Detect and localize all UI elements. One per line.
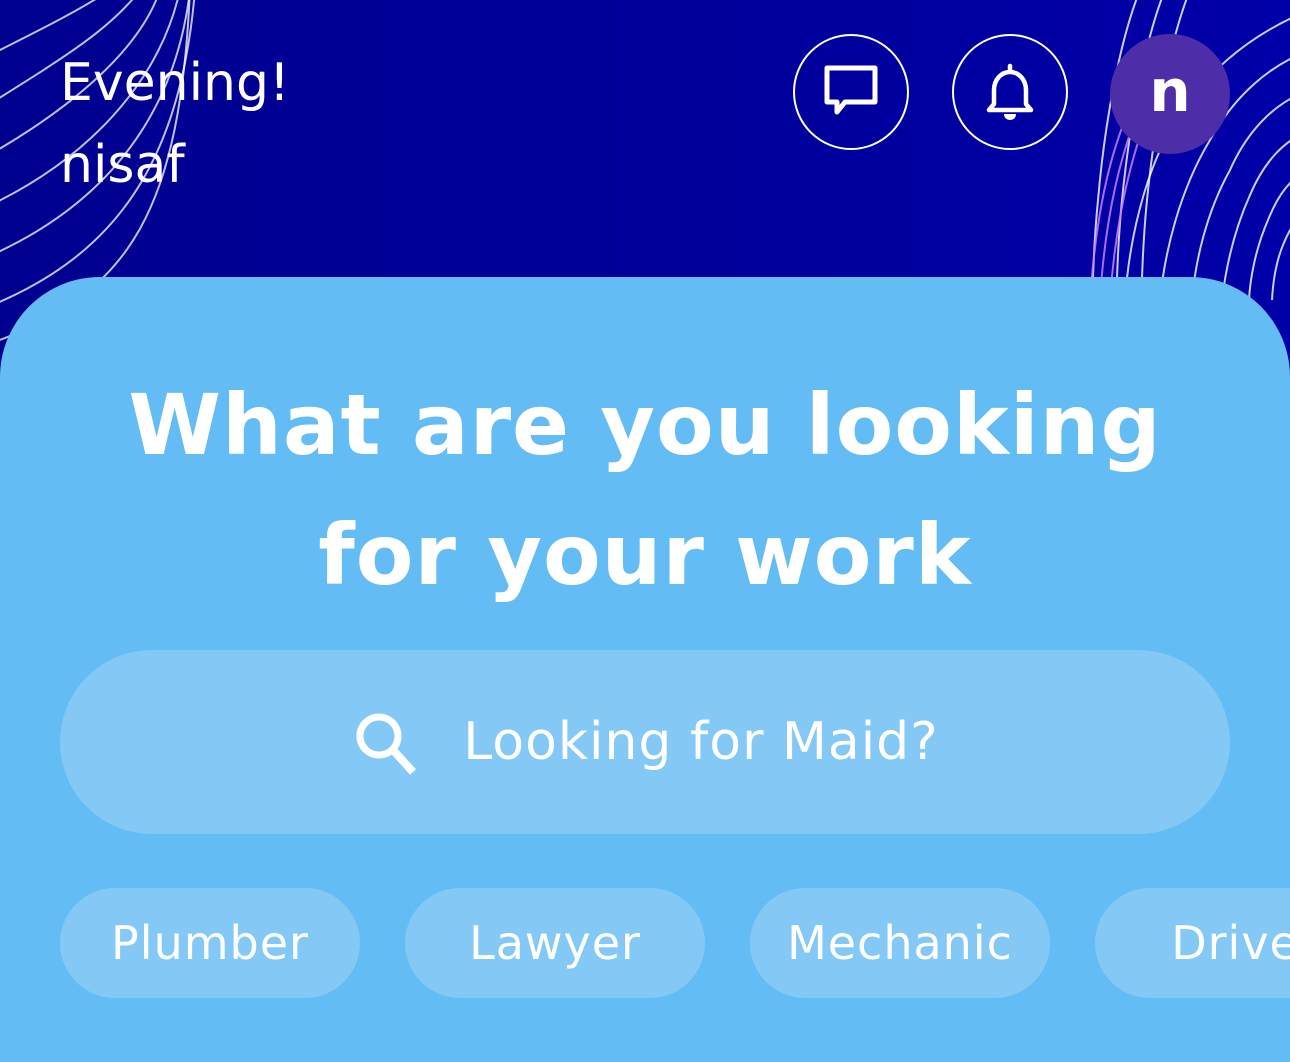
headline-line-1: What are you looking [128, 376, 1162, 474]
notifications-button[interactable] [952, 34, 1068, 150]
headline-line-2: for your work [318, 506, 972, 604]
greeting-block: Evening! nisaf [60, 42, 290, 206]
chip-mechanic[interactable]: Mechanic [750, 888, 1050, 998]
chip-plumber[interactable]: Plumber [60, 888, 360, 998]
username-text: nisaf [60, 135, 185, 195]
chip-label: Driver [1171, 916, 1290, 970]
chip-driver[interactable]: Driver [1095, 888, 1290, 998]
search-bar[interactable]: Looking for Maid? [60, 650, 1230, 834]
category-chips: Plumber Lawyer Mechanic Driver [60, 888, 1290, 998]
avatar-initial: n [1149, 57, 1191, 125]
chip-label: Plumber [111, 916, 309, 970]
chat-bubble-icon [824, 65, 878, 115]
greeting-text: Evening! [60, 53, 290, 113]
home-screen: Evening! nisaf n What are you looking fo… [0, 0, 1290, 1062]
chip-label: Mechanic [787, 916, 1013, 970]
bell-icon [986, 63, 1034, 120]
messages-button[interactable] [793, 34, 909, 150]
avatar[interactable]: n [1110, 34, 1230, 154]
chip-label: Lawyer [469, 916, 641, 970]
search-icon [351, 708, 423, 780]
search-placeholder: Looking for Maid? [463, 712, 939, 772]
page-headline: What are you looking for your work [0, 360, 1290, 620]
chip-lawyer[interactable]: Lawyer [405, 888, 705, 998]
